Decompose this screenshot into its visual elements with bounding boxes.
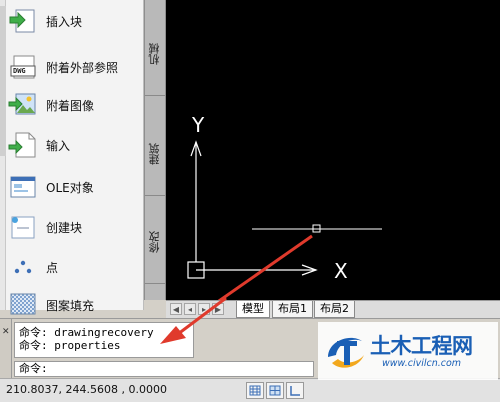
- palette-item-import[interactable]: 输入: [8, 130, 70, 160]
- palette-item-label: 图案填充: [46, 298, 95, 313]
- palette-item-insert-block[interactable]: 插入块: [8, 6, 82, 36]
- palette-tab-mechanical[interactable]: 机械: [145, 12, 165, 96]
- palette-scrollbar-thumb[interactable]: [0, 6, 6, 156]
- prev-tab-button[interactable]: ◂: [184, 303, 196, 315]
- first-tab-button[interactable]: ◀: [170, 303, 182, 315]
- civilcn-logo-icon: [328, 337, 364, 368]
- palette-item-ole-object[interactable]: OLE对象: [8, 172, 94, 202]
- watermark-name: 土木工程网: [370, 334, 473, 358]
- palette-item-hatch[interactable]: 图案填充: [8, 290, 94, 320]
- snap-toggle-button[interactable]: [246, 382, 264, 399]
- dwg-badge: DWG: [13, 67, 26, 75]
- palette-item-point[interactable]: 点: [8, 252, 58, 282]
- palette-item-attach-image[interactable]: 附着图像: [8, 90, 94, 120]
- command-history-line: 命令: drawingrecovery: [19, 326, 154, 339]
- ucs-icon: [187, 140, 318, 279]
- palette-item-label: 插入块: [46, 14, 83, 29]
- command-history: 命令: drawingrecovery 命令: properties: [14, 322, 194, 358]
- hatch-icon: [8, 292, 38, 318]
- annotation-arrow-line: [217, 234, 313, 300]
- attach-image-icon: [8, 92, 38, 118]
- tool-palette: 插入块 DWG 附着外部参照 附着图像 输入 OLE对象 创建块 点 图案填充: [0, 0, 144, 315]
- command-window-gutter: ✕: [0, 319, 12, 379]
- palette-item-label: 附着外部参照: [46, 60, 119, 75]
- command-input[interactable]: 命令:: [14, 361, 314, 377]
- palette-item-label: 输入: [46, 138, 71, 153]
- palette-item-label: 创建块: [46, 220, 83, 235]
- palette-scrollbar[interactable]: [0, 0, 6, 310]
- palette-tabs: 机械 建筑 修改: [144, 0, 166, 300]
- create-block-icon: [8, 214, 38, 240]
- import-icon: [8, 132, 38, 158]
- drawing-canvas[interactable]: Y X: [166, 0, 500, 300]
- tab-layout2[interactable]: 布局2: [314, 301, 355, 318]
- ole-object-icon: [8, 174, 38, 200]
- palette-item-create-block[interactable]: 创建块: [8, 212, 82, 242]
- next-tab-button[interactable]: ▸: [198, 303, 210, 315]
- point-icon: [8, 254, 38, 280]
- crosshair-cursor: [252, 224, 382, 233]
- tab-layout1[interactable]: 布局1: [272, 301, 313, 318]
- dwg-xref-icon: DWG: [8, 54, 38, 80]
- insert-block-icon: [8, 8, 38, 34]
- palette-item-attach-xref[interactable]: DWG 附着外部参照: [8, 52, 118, 82]
- command-history-line: 命令: properties: [19, 339, 121, 352]
- ortho-toggle-button[interactable]: [286, 382, 304, 399]
- palette-item-label: 点: [46, 260, 59, 275]
- coordinate-readout: 210.8037, 244.5608 , 0.0000: [6, 383, 167, 396]
- layout-tab-bar: ◀ ◂ ▸ ▶ 模型 布局1 布局2: [166, 300, 500, 318]
- watermark-logo: 土木工程网 www.civilcn.com: [318, 322, 498, 380]
- palette-tab-architectural[interactable]: 建筑: [145, 112, 165, 196]
- last-tab-button[interactable]: ▶: [212, 303, 224, 315]
- ucs-y-label: Y: [191, 113, 205, 137]
- watermark-url: www.civilcn.com: [382, 358, 462, 369]
- tab-model[interactable]: 模型: [236, 301, 270, 318]
- status-bar: 210.8037, 244.5608 , 0.0000: [0, 378, 500, 402]
- close-icon[interactable]: ✕: [2, 327, 10, 337]
- palette-item-label: 附着图像: [46, 98, 95, 113]
- palette-item-label: OLE对象: [46, 180, 94, 195]
- grid-toggle-button[interactable]: [266, 382, 284, 399]
- ucs-x-label: X: [334, 259, 348, 283]
- palette-tab-modify[interactable]: 修改: [145, 200, 165, 284]
- command-prompt: 命令:: [19, 362, 48, 375]
